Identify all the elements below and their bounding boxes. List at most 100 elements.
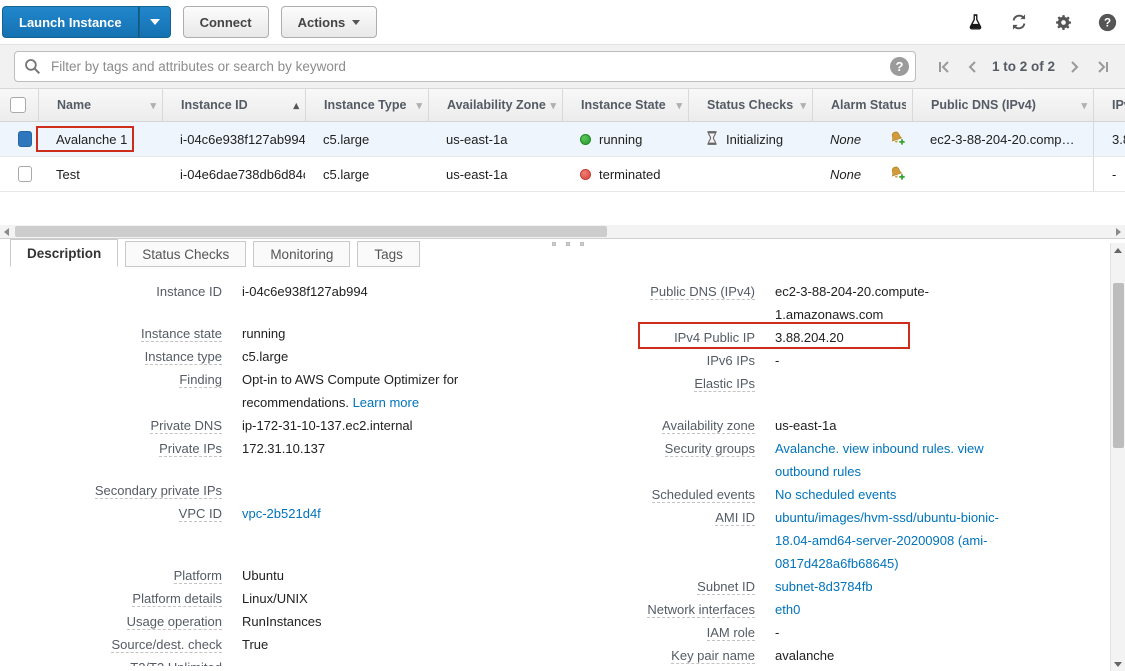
tab-tags[interactable]: Tags [357,241,420,267]
launch-instance-button[interactable]: Launch Instance [2,6,139,38]
column-header-alarm-status[interactable]: Alarm Status [812,89,912,121]
row-checkbox[interactable] [18,131,32,147]
pagination: 1 to 2 of 2 [916,59,1115,74]
subnet-id-link[interactable]: subnet-8d3784fb [775,575,873,598]
field-subnet-id: Subnet ID subnet-8d3784fb [562,575,1110,598]
cell-availability-zone: us-east-1a [428,157,562,191]
search-icon [24,58,41,78]
scheduled-events-link[interactable]: No scheduled events [775,483,896,506]
horizontal-scrollbar [0,225,1125,239]
create-alarm-bell-icon[interactable] [889,165,906,184]
svg-text:?: ? [1103,16,1110,29]
search-box: ? [14,51,916,82]
toolbar: Launch Instance Connect Actions [0,0,1125,44]
field-instance-id: Instance ID i-04c6e938f127ab994 [10,280,562,303]
description-right-column: Public DNS (IPv4) ec2-3-88-204-20.comput… [562,280,1110,666]
actions-button[interactable]: Actions [281,6,378,38]
tab-monitoring[interactable]: Monitoring [253,241,350,267]
field-elastic-ips: Elastic IPs [562,372,1110,395]
table-row[interactable]: Test i-04e6dae738db6d84c c5.large us-eas… [0,157,1125,192]
table-row[interactable]: Avalanche 1 i-04c6e938f127ab994 c5.large… [0,122,1125,157]
column-header-instance-type[interactable]: Instance Type ▾ [305,89,428,121]
cell-status-checks [688,157,812,191]
column-header-ipv4[interactable]: IPv [1093,89,1125,121]
last-page-icon[interactable] [1095,60,1111,74]
filter-bar: ? 1 to 2 of 2 [0,44,1125,89]
cell-instance-type: c5.large [305,157,428,191]
cell-status-checks: Initializing [688,122,812,156]
field-ipv4-public-ip: IPv4 Public IP 3.88.204.20 [562,326,1110,349]
scroll-up-arrow[interactable] [1111,243,1125,257]
field-t2-t3-unlimited: T2/T3 Unlimited [10,656,562,666]
field-network-interfaces: Network interfaces eth0 [562,598,1110,621]
column-header-public-dns[interactable]: Public DNS (IPv4) ▾ [912,89,1093,121]
labs-flask-icon[interactable] [965,12,985,32]
cell-instance-type: c5.large [305,122,428,156]
sort-desc-icon: ▾ [800,99,806,112]
actions-button-label: Actions [298,15,346,30]
vertical-scroll-thumb[interactable] [1113,283,1124,448]
filter-search-input[interactable] [14,51,916,82]
cell-instance-state: running [562,122,688,156]
field-iam-role: IAM role - [562,621,1110,644]
vpc-id-link[interactable]: vpc-2b521d4f [242,502,321,525]
panel-resize-handle[interactable] [552,242,584,246]
first-page-icon[interactable] [936,60,952,74]
settings-gear-icon[interactable] [1053,12,1073,32]
next-page-icon[interactable] [1069,60,1081,74]
detail-tabs: Description Status Checks Monitoring Tag… [0,239,1125,267]
tab-description[interactable]: Description [10,239,118,267]
field-key-pair-name: Key pair name avalanche [562,644,1110,666]
select-all-checkbox[interactable] [10,97,26,113]
ami-id-link[interactable]: ubuntu/images/hvm-ssd/ubuntu-bionic-18.0… [775,506,1010,575]
table-header-row: Name ▾ Instance ID ▴ Instance Type ▾ Ava… [0,89,1125,122]
cell-name: Avalanche 1 [38,122,162,156]
cell-instance-state: terminated [562,157,688,191]
prev-page-icon[interactable] [966,60,978,74]
create-alarm-bell-icon[interactable] [889,130,906,149]
cell-name: Test [38,157,162,191]
cell-instance-id: i-04c6e938f127ab994 [162,122,305,156]
scroll-right-arrow[interactable] [1112,225,1125,238]
column-header-instance-state[interactable]: Instance State ▾ [562,89,688,121]
field-usage-operation: Usage operation RunInstances [10,610,562,633]
column-header-status-checks[interactable]: Status Checks ▾ [688,89,812,121]
column-header-name[interactable]: Name ▾ [38,89,162,121]
network-interface-link[interactable]: eth0 [775,598,800,621]
row-checkbox[interactable] [18,166,32,182]
cell-ipv4: - [1093,157,1125,191]
launch-instance-split-button: Launch Instance [2,6,171,38]
security-groups-links[interactable]: Avalanche. view inbound rules. view outb… [775,437,1010,483]
field-scheduled-events: Scheduled events No scheduled events [562,483,1110,506]
instances-table: Name ▾ Instance ID ▴ Instance Type ▾ Ava… [0,89,1125,192]
cell-availability-zone: us-east-1a [428,122,562,156]
field-private-dns: Private DNS ip-172-31-10-137.ec2.interna… [10,414,562,437]
vertical-scrollbar [1110,243,1125,671]
cell-public-dns [912,157,1093,191]
scroll-down-arrow[interactable] [1111,657,1125,671]
tab-status-checks[interactable]: Status Checks [125,241,246,267]
learn-more-link[interactable]: Learn more [353,395,419,410]
column-header-availability-zone[interactable]: Availability Zone ▾ [428,89,562,121]
field-vpc-id: VPC ID vpc-2b521d4f [10,502,562,525]
horizontal-scroll-track[interactable] [13,225,1112,238]
search-help-icon[interactable]: ? [890,57,909,76]
field-instance-state: Instance state running [10,322,562,345]
connect-button[interactable]: Connect [183,6,269,38]
cell-public-dns: ec2-3-88-204-20.comp… [912,122,1093,156]
sort-desc-icon: ▾ [550,99,556,112]
help-icon[interactable]: ? [1097,12,1117,32]
scroll-left-arrow[interactable] [0,225,13,238]
cell-alarm-status: None [812,157,912,191]
horizontal-scroll-thumb[interactable] [15,226,607,237]
launch-instance-dropdown-button[interactable] [139,6,171,38]
terminated-state-icon [580,169,591,180]
sort-desc-icon: ▾ [150,99,156,112]
column-header-instance-id[interactable]: Instance ID ▴ [162,89,305,121]
sort-desc-icon: ▾ [1081,99,1087,112]
refresh-icon[interactable] [1009,12,1029,32]
table-empty-space [0,192,1125,225]
field-platform: Platform Ubuntu [10,564,562,587]
field-availability-zone: Availability zone us-east-1a [562,414,1110,437]
field-private-ips: Private IPs 172.31.10.137 [10,437,562,460]
